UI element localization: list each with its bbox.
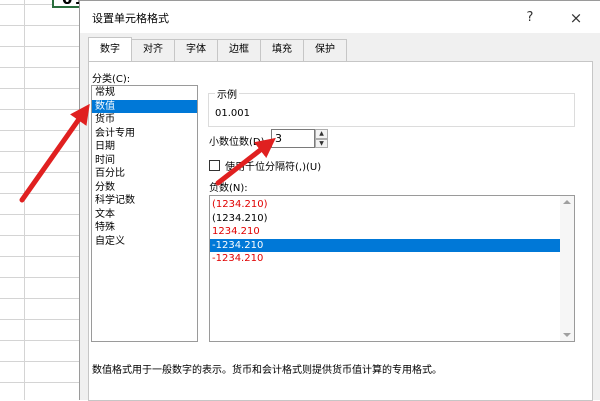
scroll-up-arrow-icon[interactable] [563,200,571,204]
category-item-number[interactable]: 数值 [92,99,197,113]
decimal-places-input[interactable]: 3 [271,129,315,148]
spin-up-button[interactable]: ▲ [315,129,328,139]
close-icon[interactable]: × [562,7,590,29]
negative-numbers-list[interactable]: (1234.210) (1234.210) 1234.210 -1234.210… [209,195,575,342]
tab-strip: 数字 对齐 字体 边框 填充 保护 [88,37,347,61]
category-item-custom[interactable]: 自定义 [92,235,197,249]
tab-protection[interactable]: 保护 [303,39,347,61]
sample-group: 示例 01.001 [208,86,575,127]
category-label: 分类(C): [92,74,131,85]
tab-alignment[interactable]: 对齐 [131,39,175,61]
negative-numbers-label: 负数(N): [209,183,248,194]
category-item-scientific[interactable]: 科学记数 [92,194,197,208]
category-item-special[interactable]: 特殊 [92,221,197,235]
dialog-titlebar: 设置单元格格式 ? × [80,1,600,33]
thousands-separator-checkbox[interactable] [209,160,220,171]
category-item-accounting[interactable]: 会计专用 [92,127,197,141]
category-item-percentage[interactable]: 百分比 [92,167,197,181]
negative-format-item[interactable]: 1234.210 [210,225,560,239]
sample-value: 01.001 [215,108,250,119]
thousands-separator-label: 使用千位分隔符(,)(U) [225,162,322,173]
category-item-time[interactable]: 时间 [92,154,197,168]
category-item-currency[interactable]: 货币 [92,113,197,127]
format-description: 数值格式用于一般数字的表示。货币和会计格式则提供货币值计算的专用格式。 [92,365,442,376]
dialog-title: 设置单元格格式 [92,12,169,25]
category-item-general[interactable]: 常规 [92,86,197,100]
category-list[interactable]: 常规 数值 货币 会计专用 日期 时间 百分比 分数 科学记数 文本 特殊 自定… [91,85,198,342]
spin-down-button[interactable]: ▼ [315,138,328,148]
category-item-text[interactable]: 文本 [92,208,197,222]
negative-format-item[interactable]: (1234.210) [210,212,560,226]
category-item-fraction[interactable]: 分数 [92,181,197,195]
negative-format-item[interactable]: -1234.210 [210,238,560,252]
scroll-down-arrow-icon[interactable] [563,333,571,337]
negative-format-item[interactable]: -1234.210 [210,252,560,266]
help-icon[interactable]: ? [516,7,544,29]
format-cells-dialog: 设置单元格格式 ? × 数字 对齐 字体 边框 填充 保护 分类(C): 常规 … [79,0,600,401]
sample-label: 示例 [215,86,239,101]
negative-list-scrollbar[interactable] [560,196,574,341]
tab-border[interactable]: 边框 [217,39,261,61]
tab-font[interactable]: 字体 [174,39,218,61]
decimal-places-label: 小数位数(D): [209,137,268,148]
tab-fill[interactable]: 填充 [260,39,304,61]
thousands-separator-option[interactable]: 使用千位分隔符(,)(U) [209,158,321,173]
negative-format-item[interactable]: (1234.210) [210,198,560,212]
tab-number[interactable]: 数字 [88,37,132,61]
category-item-date[interactable]: 日期 [92,140,197,154]
